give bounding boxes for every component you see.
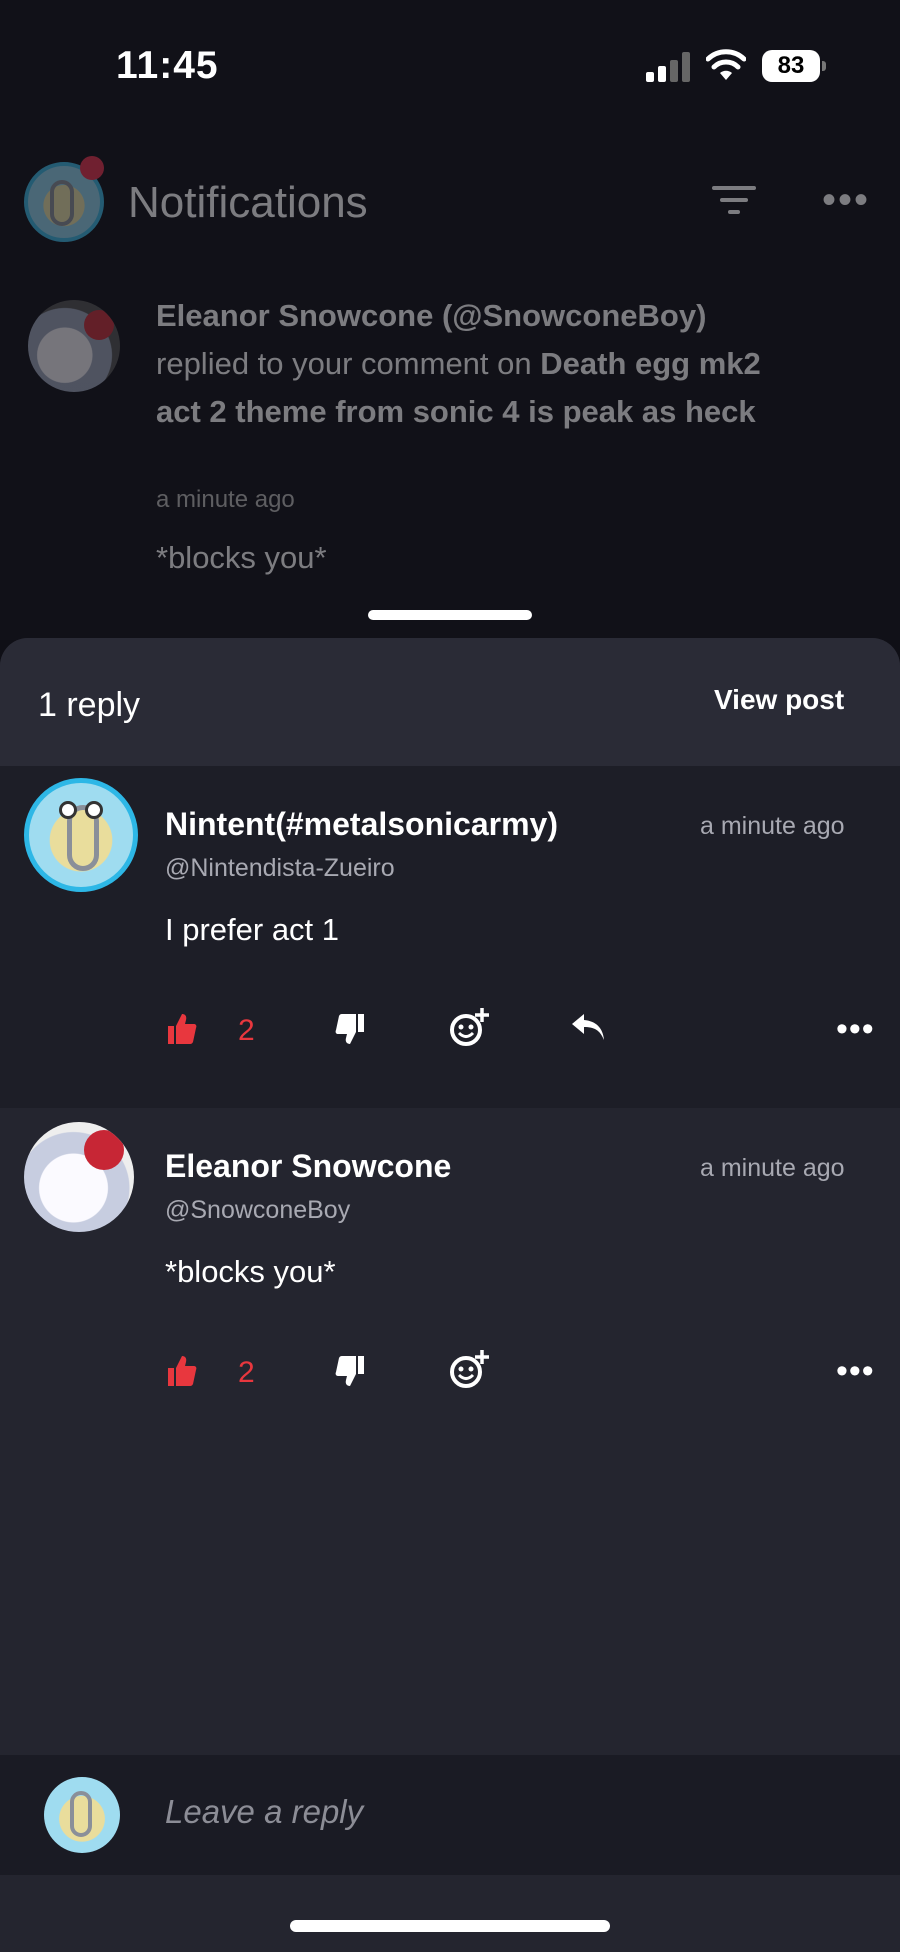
bottom-safe-area [0, 1875, 900, 1952]
comment-author-name[interactable]: Nintent(#metalsonicarmy) [165, 806, 558, 843]
notification-item[interactable]: Eleanor Snowcone (@SnowconeBoy) replied … [0, 290, 900, 590]
comment-body: I prefer act 1 [165, 912, 340, 947]
thumbs-up-icon[interactable] [166, 1012, 200, 1052]
battery-icon: 83 [762, 50, 826, 82]
home-indicator[interactable] [290, 1920, 610, 1932]
avatar [44, 1777, 120, 1853]
avatar[interactable] [24, 1122, 134, 1232]
like-count: 2 [238, 1356, 255, 1389]
avatar [28, 300, 120, 392]
add-reaction-icon[interactable] [448, 1006, 492, 1046]
notification-text: Eleanor Snowcone (@SnowconeBoy) replied … [156, 292, 806, 436]
more-options-icon[interactable]: ••• [822, 178, 870, 223]
status-bar: 11:45 83 [0, 0, 900, 130]
status-time: 11:45 [116, 44, 219, 87]
thumbs-down-icon[interactable] [334, 1354, 368, 1394]
notification-dot [80, 156, 104, 180]
notifications-page-background: 11:45 83 Notifications ••• Eleanor Snowc… [0, 0, 900, 640]
reply-count: 1 reply [38, 686, 141, 724]
sheet-drag-handle[interactable] [368, 610, 532, 620]
thumbs-up-icon[interactable] [166, 1354, 200, 1394]
notification-time: a minute ago [156, 486, 295, 513]
page-title: Notifications [128, 178, 368, 227]
reply-icon[interactable] [570, 1012, 608, 1052]
notification-actor: Eleanor Snowcone (@SnowconeBoy) [156, 298, 707, 333]
sheet-header: 1 reply View post [0, 638, 900, 766]
view-post-button[interactable]: View post [714, 684, 844, 716]
comment-time: a minute ago [700, 1154, 845, 1182]
comment-author-handle[interactable]: @Nintendista-Zueiro [165, 854, 395, 883]
add-reaction-icon[interactable] [448, 1348, 492, 1388]
comment-author-handle[interactable]: @SnowconeBoy [165, 1196, 350, 1225]
wifi-icon [706, 49, 746, 80]
comment-body: *blocks you* [165, 1254, 336, 1289]
more-icon[interactable]: ••• [836, 1352, 875, 1391]
reply-input[interactable]: Leave a reply [165, 1793, 363, 1831]
thumbs-down-icon[interactable] [334, 1012, 368, 1052]
cellular-signal-icon [646, 52, 692, 82]
avatar[interactable] [24, 778, 138, 892]
more-icon[interactable]: ••• [836, 1010, 875, 1049]
like-count: 2 [238, 1014, 255, 1047]
notification-reply: *blocks you* [156, 540, 327, 575]
filter-icon[interactable] [712, 182, 756, 218]
comment-item[interactable]: Nintent(#metalsonicarmy) @Nintendista-Zu… [0, 766, 900, 1108]
notification-action: replied to your comment on [156, 346, 532, 381]
comment-time: a minute ago [700, 812, 845, 840]
comment-item[interactable]: Eleanor Snowcone @SnowconeBoy a minute a… [0, 1108, 900, 1408]
comment-author-name[interactable]: Eleanor Snowcone [165, 1148, 451, 1185]
reply-input-bar[interactable]: Leave a reply [0, 1755, 900, 1875]
notifications-header: Notifications ••• [0, 150, 900, 250]
